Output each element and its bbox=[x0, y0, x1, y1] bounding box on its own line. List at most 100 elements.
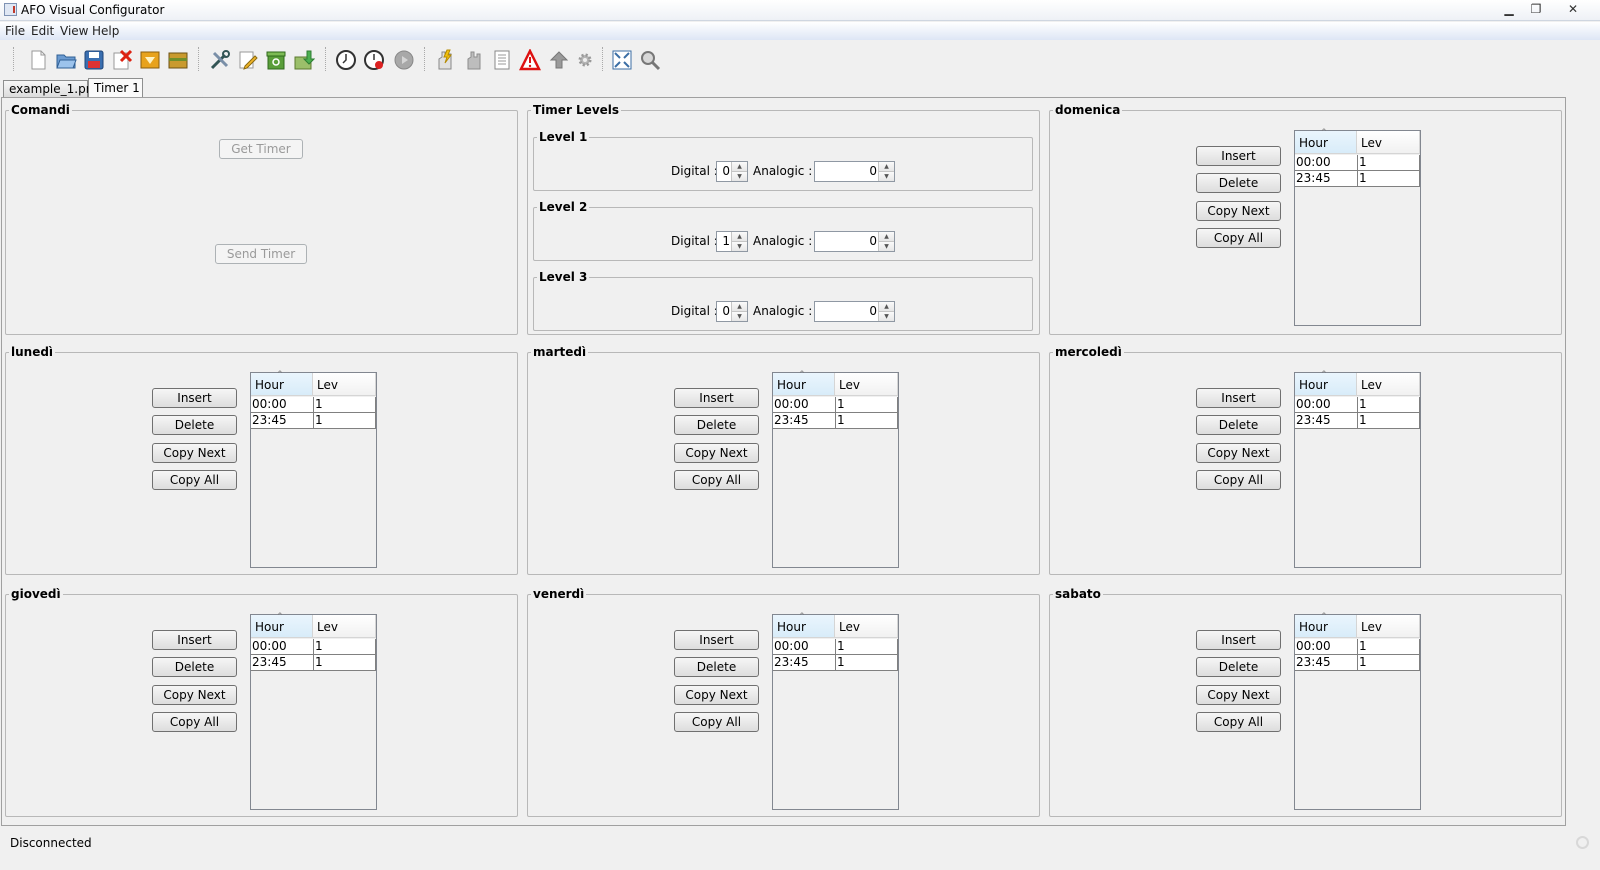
table-row[interactable]: 23:45 1 bbox=[1295, 655, 1420, 671]
copy-next-button[interactable]: Copy Next bbox=[152, 685, 237, 705]
menu-help[interactable]: Help bbox=[92, 24, 119, 38]
lev-cell[interactable]: 1 bbox=[314, 655, 376, 671]
send-timer-button[interactable]: Send Timer bbox=[215, 244, 307, 264]
insert-button[interactable]: Insert bbox=[152, 388, 237, 408]
lev-column-header[interactable]: Lev bbox=[1357, 615, 1420, 638]
delete-button[interactable]: Delete bbox=[1196, 415, 1281, 435]
lev-cell[interactable]: 1 bbox=[1358, 413, 1420, 429]
schedule-table[interactable]: ^ Hour Lev 00:00 1 23:45 1 bbox=[772, 370, 899, 568]
hour-cell[interactable]: 00:00 bbox=[773, 639, 836, 655]
level-2-analogic-spinner[interactable]: 0 ▲ ▼ bbox=[814, 231, 895, 252]
table-row[interactable]: 00:00 1 bbox=[773, 397, 898, 413]
spin-down-arrow-icon[interactable]: ▼ bbox=[732, 312, 747, 321]
lev-column-header[interactable]: Lev bbox=[835, 373, 898, 396]
copy-next-button[interactable]: Copy Next bbox=[1196, 201, 1281, 221]
insert-button[interactable]: Insert bbox=[152, 630, 237, 650]
table-row[interactable]: 23:45 1 bbox=[773, 413, 898, 429]
spin-up-arrow-icon[interactable]: ▲ bbox=[879, 302, 894, 312]
hour-column-header[interactable]: ^ Hour bbox=[773, 370, 835, 396]
lev-cell[interactable]: 1 bbox=[836, 639, 898, 655]
gear-icon[interactable] bbox=[574, 49, 596, 71]
hour-cell[interactable]: 00:00 bbox=[1295, 639, 1358, 655]
restore-button[interactable]: ❐ bbox=[1523, 1, 1549, 17]
lev-cell[interactable]: 1 bbox=[314, 413, 376, 429]
lev-cell[interactable]: 1 bbox=[314, 397, 376, 413]
hour-cell[interactable]: 23:45 bbox=[1295, 171, 1358, 187]
close-window-button[interactable]: ✕ bbox=[1560, 1, 1586, 17]
schedule-table[interactable]: ^ Hour Lev 00:00 1 23:45 1 bbox=[1294, 612, 1421, 810]
tab-timer-1[interactable]: Timer 1 bbox=[88, 78, 143, 98]
hour-cell[interactable]: 00:00 bbox=[251, 397, 314, 413]
edit-pencil-icon[interactable] bbox=[237, 49, 259, 71]
spin-down-arrow-icon[interactable]: ▼ bbox=[879, 172, 894, 181]
lev-cell[interactable]: 1 bbox=[1358, 171, 1420, 187]
level-3-digital-spinner[interactable]: 0 ▲ ▼ bbox=[716, 301, 748, 322]
copy-next-button[interactable]: Copy Next bbox=[674, 443, 759, 463]
level-1-analogic-spinner[interactable]: 0 ▲ ▼ bbox=[814, 161, 895, 182]
play-disabled-icon[interactable] bbox=[393, 49, 415, 71]
upload-arrow-icon[interactable] bbox=[548, 49, 570, 71]
table-row[interactable]: 23:45 1 bbox=[1295, 413, 1420, 429]
hour-column-header[interactable]: ^ Hour bbox=[251, 612, 313, 638]
copy-next-button[interactable]: Copy Next bbox=[1196, 685, 1281, 705]
clock-stop-icon[interactable] bbox=[363, 49, 385, 71]
lev-cell[interactable]: 1 bbox=[836, 655, 898, 671]
delete-button[interactable]: Delete bbox=[674, 415, 759, 435]
toolbar-grip[interactable] bbox=[13, 47, 16, 71]
zoom-icon[interactable] bbox=[639, 49, 661, 71]
lev-cell[interactable]: 1 bbox=[314, 639, 376, 655]
lev-cell[interactable]: 1 bbox=[1358, 639, 1420, 655]
fullscreen-icon[interactable] bbox=[611, 49, 633, 71]
hand-lightning-icon[interactable] bbox=[434, 49, 456, 71]
table-row[interactable]: 00:00 1 bbox=[1295, 397, 1420, 413]
menu-file[interactable]: File bbox=[5, 24, 25, 38]
lev-cell[interactable]: 1 bbox=[1358, 155, 1420, 171]
hour-cell[interactable]: 23:45 bbox=[773, 655, 836, 671]
schedule-table[interactable]: ^ Hour Lev 00:00 1 23:45 1 bbox=[1294, 128, 1421, 326]
hour-column-header[interactable]: ^ Hour bbox=[1295, 612, 1357, 638]
hour-column-header[interactable]: ^ Hour bbox=[1295, 370, 1357, 396]
hour-cell[interactable]: 23:45 bbox=[773, 413, 836, 429]
hour-column-header[interactable]: ^ Hour bbox=[1295, 128, 1357, 154]
lev-column-header[interactable]: Lev bbox=[313, 615, 376, 638]
tab-example-1-prj[interactable]: example_1.prj bbox=[3, 80, 94, 97]
spin-up-arrow-icon[interactable]: ▲ bbox=[879, 162, 894, 172]
delete-button[interactable]: Delete bbox=[152, 657, 237, 677]
spin-down-arrow-icon[interactable]: ▼ bbox=[732, 172, 747, 181]
spin-down-arrow-icon[interactable]: ▼ bbox=[879, 312, 894, 321]
spin-up-arrow-icon[interactable]: ▲ bbox=[732, 302, 747, 312]
delete-button[interactable]: Delete bbox=[1196, 173, 1281, 193]
insert-button[interactable]: Insert bbox=[674, 388, 759, 408]
hour-cell[interactable]: 00:00 bbox=[773, 397, 836, 413]
table-row[interactable]: 23:45 1 bbox=[251, 655, 376, 671]
spin-down-arrow-icon[interactable]: ▼ bbox=[732, 242, 747, 251]
close-red-x-icon[interactable] bbox=[111, 49, 133, 71]
save-icon[interactable] bbox=[83, 49, 105, 71]
level-1-digital-spinner[interactable]: 0 ▲ ▼ bbox=[716, 161, 748, 182]
copy-next-button[interactable]: Copy Next bbox=[674, 685, 759, 705]
level-3-analogic-spinner[interactable]: 0 ▲ ▼ bbox=[814, 301, 895, 322]
lev-cell[interactable]: 1 bbox=[836, 413, 898, 429]
hour-cell[interactable]: 23:45 bbox=[251, 413, 314, 429]
tools-icon[interactable] bbox=[209, 49, 231, 71]
insert-button[interactable]: Insert bbox=[1196, 146, 1281, 166]
lev-column-header[interactable]: Lev bbox=[1357, 131, 1420, 154]
copy-all-button[interactable]: Copy All bbox=[1196, 712, 1281, 732]
package-icon[interactable] bbox=[167, 49, 189, 71]
table-row[interactable]: 23:45 1 bbox=[773, 655, 898, 671]
insert-button[interactable]: Insert bbox=[674, 630, 759, 650]
hour-cell[interactable]: 23:45 bbox=[1295, 655, 1358, 671]
schedule-table[interactable]: ^ Hour Lev 00:00 1 23:45 1 bbox=[250, 612, 377, 810]
delete-button[interactable]: Delete bbox=[152, 415, 237, 435]
copy-all-button[interactable]: Copy All bbox=[152, 712, 237, 732]
copy-next-button[interactable]: Copy Next bbox=[1196, 443, 1281, 463]
lev-column-header[interactable]: Lev bbox=[1357, 373, 1420, 396]
document-list-icon[interactable] bbox=[491, 49, 513, 71]
hour-cell[interactable]: 00:00 bbox=[1295, 155, 1358, 171]
hour-column-header[interactable]: ^ Hour bbox=[773, 612, 835, 638]
copy-next-button[interactable]: Copy Next bbox=[152, 443, 237, 463]
copy-all-button[interactable]: Copy All bbox=[674, 470, 759, 490]
get-timer-button[interactable]: Get Timer bbox=[219, 139, 303, 159]
spin-down-arrow-icon[interactable]: ▼ bbox=[879, 242, 894, 251]
import-box-icon[interactable] bbox=[293, 49, 315, 71]
